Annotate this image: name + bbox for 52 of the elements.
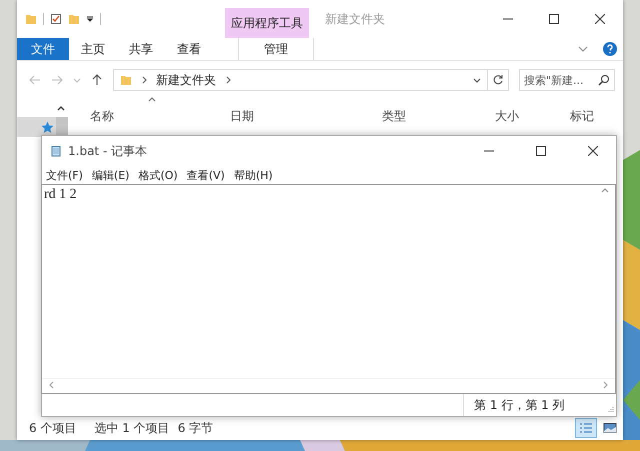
menu-item[interactable]: 编辑(E) [92,168,130,182]
scroll-up-icon[interactable] [57,105,65,113]
column-header[interactable]: 标记 [570,108,594,124]
item-count: 6 个项目 [29,420,76,436]
refresh-icon [492,74,504,86]
column-header[interactable]: 日期 [230,108,382,124]
maximize-icon[interactable] [549,14,559,24]
list-icon [579,422,593,434]
column-header[interactable]: 大小 [495,108,570,124]
up-arrow-icon[interactable] [91,74,103,86]
contextual-tab-group: 应用程序工具 [225,8,309,38]
column-header[interactable]: 名称 [90,108,230,124]
maximize-icon[interactable] [536,146,546,156]
chevron-right-icon [140,76,148,84]
scroll-right-icon[interactable] [601,381,609,389]
selection-size: 6 字节 [178,420,214,436]
star-icon [41,120,54,134]
dropdown-icon[interactable] [86,15,94,23]
scrollbar[interactable] [56,117,68,137]
document-text: rd 1 2 [44,187,77,203]
file-tab[interactable]: 文件 [17,38,69,60]
cursor-position: 第 1 行，第 1 列 [463,394,606,416]
details-view-button[interactable] [575,418,597,438]
menu-item[interactable]: 帮助(H) [234,168,273,182]
menu-item[interactable]: 文件(F) [46,168,83,182]
address-bar[interactable]: 新建文件夹 [113,69,488,91]
close-icon[interactable] [595,14,605,24]
notepad-icon [50,145,62,157]
chevron-right-icon [224,76,232,84]
refresh-button[interactable] [487,69,509,91]
picture-icon [603,422,617,434]
resize-grip-icon[interactable] [606,406,614,414]
column-header[interactable]: 类型 [382,108,495,124]
text-area[interactable]: rd 1 2 [41,184,616,394]
search-field[interactable]: 搜索"新建... [519,69,615,91]
folder-icon [120,74,132,86]
help-icon[interactable] [603,42,617,56]
breadcrumb[interactable]: 新建文件夹 [156,72,216,88]
close-icon[interactable] [588,146,598,156]
window-title: 新建文件夹 [325,10,385,28]
checklist-icon[interactable] [50,13,62,25]
chevron-down-icon[interactable] [473,76,481,84]
ribbon-tab[interactable]: 主页 [69,38,117,60]
search-icon[interactable] [598,74,610,86]
menu-item[interactable]: 格式(O) [138,168,178,182]
selection-info: 选中 1 个项目 [94,420,170,436]
ribbon-tab[interactable]: 共享 [117,38,165,60]
menu-item[interactable]: 查看(V) [186,168,225,182]
sort-caret-icon [148,97,156,102]
scroll-left-icon[interactable] [48,381,56,389]
ribbon-tab[interactable]: 查看 [165,38,213,60]
window-title: 1.bat - 记事本 [68,142,148,160]
